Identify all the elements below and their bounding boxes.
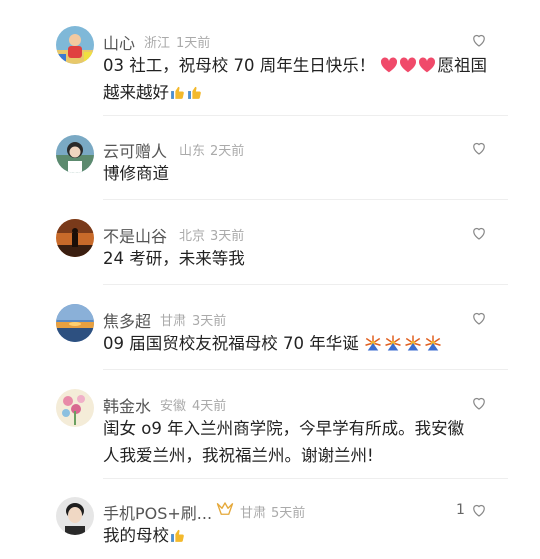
divider: [103, 284, 508, 285]
like-heart-icon[interactable]: [470, 139, 488, 157]
avatar[interactable]: [56, 497, 94, 535]
avatar[interactable]: [56, 219, 94, 257]
username[interactable]: 山心: [103, 30, 135, 54]
comment-text-line: 09 届国贸校友祝福母校 70 年华诞: [103, 334, 359, 353]
thumbs-up-emoji-icon: [188, 86, 201, 99]
divider: [103, 369, 508, 370]
comment-text: 24 考研，未来等我: [103, 249, 245, 268]
avatar[interactable]: [56, 26, 94, 64]
username[interactable]: 不是山谷: [103, 223, 167, 247]
username[interactable]: 云可赠人: [103, 138, 167, 162]
comment-text-line: 03 社工，祝母校 70 周年生日快乐！: [103, 56, 376, 75]
comment-text: 博修商道: [103, 164, 169, 183]
like-count: 1: [456, 502, 465, 518]
vip-badge-icon: [216, 502, 234, 515]
like-heart-icon[interactable]: [470, 224, 488, 242]
like-heart-icon[interactable]: [470, 501, 488, 519]
location: 北京: [179, 229, 206, 244]
thumbs-up-emoji-icon: [171, 86, 184, 99]
comment-text-line: 闺女 o9 年入兰州商学院，今早学有所成。我安徽: [103, 419, 465, 438]
location: 浙江: [144, 36, 171, 51]
username[interactable]: 焦多超: [103, 308, 151, 332]
location: 安徽: [160, 399, 187, 414]
comment-text-line: 人我爱兰州，我祝福兰州。谢谢兰州!: [103, 446, 374, 465]
location: 甘肃: [240, 506, 267, 521]
firework-emoji-icon: [425, 335, 441, 351]
like-heart-icon[interactable]: [470, 394, 488, 412]
comment-text: 09 届国贸校友祝福母校 70 年华诞: [103, 330, 503, 357]
avatar[interactable]: [56, 389, 94, 427]
comment-text: 03 社工，祝母校 70 周年生日快乐！ 愿祖国 越来越好: [103, 52, 503, 106]
like-heart-icon[interactable]: [470, 31, 488, 49]
divider: [103, 478, 508, 479]
timestamp: 2天前: [210, 144, 245, 159]
firework-emoji-icon: [365, 335, 381, 351]
username[interactable]: 手机POS+刷...: [103, 500, 212, 524]
avatar[interactable]: [56, 135, 94, 173]
timestamp: 3天前: [192, 314, 227, 329]
heart-emoji-icon: [400, 57, 417, 73]
heart-emoji-icon: [381, 57, 398, 73]
comment-text-line: 愿祖国: [437, 56, 487, 75]
heart-emoji-icon: [419, 57, 436, 73]
comment-text-line: 我的母校: [103, 526, 169, 545]
firework-emoji-icon: [405, 335, 421, 351]
comment-text: 闺女 o9 年入兰州商学院，今早学有所成。我安徽 人我爱兰州，我祝福兰州。谢谢兰…: [103, 415, 503, 469]
like-heart-icon[interactable]: [470, 309, 488, 327]
timestamp: 1天前: [176, 36, 211, 51]
divider: [103, 199, 508, 200]
timestamp: 3天前: [210, 229, 245, 244]
divider: [103, 115, 508, 116]
username[interactable]: 韩金水: [103, 393, 151, 417]
comment-text-line: 越来越好: [103, 83, 169, 102]
timestamp: 4天前: [192, 399, 227, 414]
avatar[interactable]: [56, 304, 94, 342]
timestamp: 5天前: [271, 506, 306, 521]
location: 山东: [179, 144, 206, 159]
thumbs-up-emoji-icon: [171, 529, 184, 542]
location: 甘肃: [160, 314, 187, 329]
comment-text: 我的母校: [103, 522, 503, 549]
firework-emoji-icon: [385, 335, 401, 351]
